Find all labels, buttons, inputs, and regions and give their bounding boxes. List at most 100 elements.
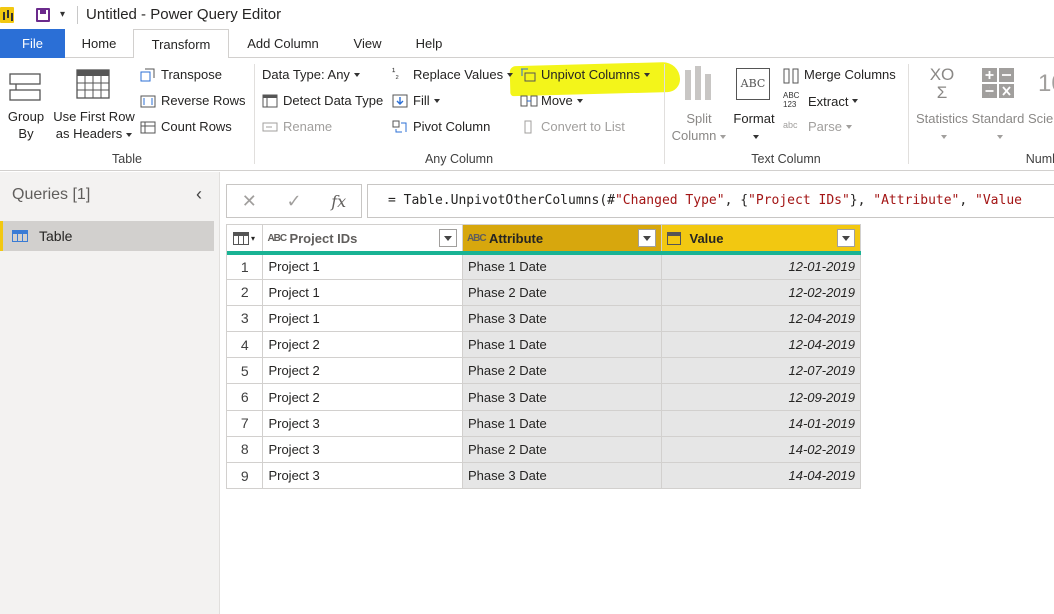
merge-columns-icon: [783, 68, 799, 83]
column-header-value[interactable]: Value: [661, 224, 861, 255]
cell-project-id[interactable]: Project 1: [262, 253, 463, 280]
group-label-text-column: Text Column: [751, 152, 821, 166]
extract-button[interactable]: ABC 123 Extract: [783, 91, 859, 111]
split-column-label-1: Split: [686, 111, 712, 126]
table-row[interactable]: 7 Project 3 Phase 1 Date 14-01-2019: [227, 410, 861, 437]
collapse-pane-icon[interactable]: ‹: [196, 184, 202, 205]
cell-project-id[interactable]: Project 2: [262, 357, 463, 385]
reverse-rows-button[interactable]: Reverse Rows: [140, 93, 246, 108]
commit-formula-icon[interactable]: ✓: [287, 191, 302, 212]
cell-attribute[interactable]: Phase 1 Date: [462, 253, 662, 280]
parse-button[interactable]: abc Parse: [783, 119, 852, 134]
cell-value[interactable]: 14-01-2019: [661, 410, 861, 437]
cell-attribute[interactable]: Phase 1 Date: [462, 331, 662, 359]
tab-add-column[interactable]: Add Column: [232, 29, 334, 58]
cell-value[interactable]: 12-04-2019: [661, 331, 861, 359]
cell-value[interactable]: 12-09-2019: [661, 383, 861, 411]
split-column-button[interactable]: Split Column: [670, 64, 728, 148]
cell-project-id[interactable]: Project 2: [262, 331, 463, 359]
cell-attribute[interactable]: Phase 2 Date: [462, 436, 662, 464]
table-row[interactable]: 9 Project 3 Phase 3 Date 14-04-2019: [227, 462, 861, 490]
row-number[interactable]: 2: [227, 279, 264, 306]
rename-button[interactable]: Rename: [262, 119, 332, 134]
merge-columns-button[interactable]: Merge Columns: [783, 67, 896, 83]
detect-data-type-button[interactable]: Detect Data Type: [262, 93, 383, 108]
cell-project-id[interactable]: Project 2: [262, 383, 463, 411]
row-number[interactable]: 1: [227, 253, 264, 280]
cell-attribute[interactable]: Phase 3 Date: [462, 383, 662, 411]
statistics-button[interactable]: XO Σ Statistics: [914, 64, 970, 148]
cell-project-id[interactable]: Project 3: [262, 462, 463, 490]
text-type-icon[interactable]: ABC: [467, 233, 489, 244]
table-row[interactable]: 5 Project 2 Phase 2 Date 12-07-2019: [227, 357, 861, 385]
group-by-button[interactable]: Group By: [4, 68, 48, 148]
query-item-table[interactable]: Table: [0, 221, 214, 251]
column-header-project-ids[interactable]: ABC Project IDs: [262, 224, 463, 255]
group-divider: [664, 64, 665, 164]
row-number[interactable]: 3: [227, 305, 264, 333]
table-menu-button[interactable]: ▾: [227, 224, 264, 255]
move-button[interactable]: Move: [520, 93, 583, 108]
cell-attribute[interactable]: Phase 2 Date: [462, 279, 662, 306]
cell-value[interactable]: 14-02-2019: [661, 436, 861, 464]
table-row[interactable]: 6 Project 2 Phase 3 Date 12-09-2019: [227, 383, 861, 411]
cell-value[interactable]: 12-04-2019: [661, 305, 861, 333]
chevron-down-icon: [433, 98, 440, 103]
fx-icon[interactable]: fx: [331, 192, 346, 211]
use-first-row-as-headers-button[interactable]: Use First Row as Headers: [52, 68, 136, 148]
cell-attribute[interactable]: Phase 3 Date: [462, 462, 662, 490]
standard-operations-icon: [982, 68, 1014, 98]
transpose-button[interactable]: Transpose: [140, 67, 222, 82]
row-number[interactable]: 5: [227, 357, 264, 385]
group-label-any-column: Any Column: [424, 152, 494, 166]
filter-dropdown-icon[interactable]: [637, 229, 656, 247]
tab-file[interactable]: File: [0, 29, 65, 58]
save-icon[interactable]: [36, 7, 50, 22]
text-type-icon[interactable]: ABC: [267, 233, 289, 244]
scientific-label: Scien: [1028, 111, 1054, 126]
format-button[interactable]: ABC Format: [730, 64, 778, 148]
cell-project-id[interactable]: Project 3: [262, 410, 463, 437]
cell-project-id[interactable]: Project 1: [262, 305, 463, 333]
row-number[interactable]: 9: [227, 462, 264, 490]
cell-project-id[interactable]: Project 1: [262, 279, 463, 306]
scientific-button[interactable]: 10 Scien: [1026, 64, 1054, 148]
cell-attribute[interactable]: Phase 3 Date: [462, 305, 662, 333]
data-type-dropdown[interactable]: Data Type: Any: [262, 67, 360, 82]
count-rows-button[interactable]: Count Rows: [140, 119, 232, 134]
table-row[interactable]: 8 Project 3 Phase 2 Date 14-02-2019: [227, 436, 861, 464]
convert-to-list-button[interactable]: Convert to List: [520, 119, 625, 134]
row-number[interactable]: 6: [227, 383, 264, 411]
cell-project-id[interactable]: Project 3: [262, 436, 463, 464]
cell-value[interactable]: 12-07-2019: [661, 357, 861, 385]
standard-button[interactable]: Standard: [970, 64, 1026, 148]
tab-transform[interactable]: Transform: [133, 29, 229, 59]
fill-button[interactable]: Fill: [392, 93, 440, 108]
table-row[interactable]: 1 Project 1 Phase 1 Date 12-01-2019: [227, 253, 861, 280]
tab-home[interactable]: Home: [66, 29, 132, 58]
quick-access-dropdown-icon[interactable]: ▾: [60, 9, 65, 20]
row-number[interactable]: 8: [227, 436, 264, 464]
row-number[interactable]: 7: [227, 410, 264, 437]
cell-value[interactable]: 14-04-2019: [661, 462, 861, 490]
pivot-column-button[interactable]: Pivot Column: [392, 119, 490, 134]
table-row[interactable]: 4 Project 2 Phase 1 Date 12-04-2019: [227, 331, 861, 359]
table-row[interactable]: 3 Project 1 Phase 3 Date 12-04-2019: [227, 305, 861, 333]
tab-view[interactable]: View: [340, 29, 395, 58]
cancel-formula-icon[interactable]: ✕: [242, 191, 257, 212]
calendar-type-icon[interactable]: [666, 231, 681, 245]
column-header-attribute[interactable]: ABC Attribute: [462, 224, 662, 255]
cell-value[interactable]: 12-02-2019: [661, 279, 861, 306]
replace-values-button[interactable]: ¹₂ Replace Values: [392, 67, 514, 82]
cell-attribute[interactable]: Phase 2 Date: [462, 357, 662, 385]
cell-attribute[interactable]: Phase 1 Date: [462, 410, 662, 437]
table-row[interactable]: 2 Project 1 Phase 2 Date 12-02-2019: [227, 279, 861, 306]
unpivot-columns-button[interactable]: Unpivot Columns: [520, 67, 650, 82]
formula-input[interactable]: = Table.UnpivotOtherColumns(#"Changed Ty…: [367, 184, 1054, 218]
cell-value[interactable]: 12-01-2019: [661, 253, 861, 280]
row-number[interactable]: 4: [227, 331, 264, 359]
filter-dropdown-icon[interactable]: [837, 229, 855, 247]
tab-help[interactable]: Help: [403, 29, 455, 58]
filter-dropdown-icon[interactable]: [438, 229, 457, 247]
chevron-down-icon: [353, 72, 360, 77]
